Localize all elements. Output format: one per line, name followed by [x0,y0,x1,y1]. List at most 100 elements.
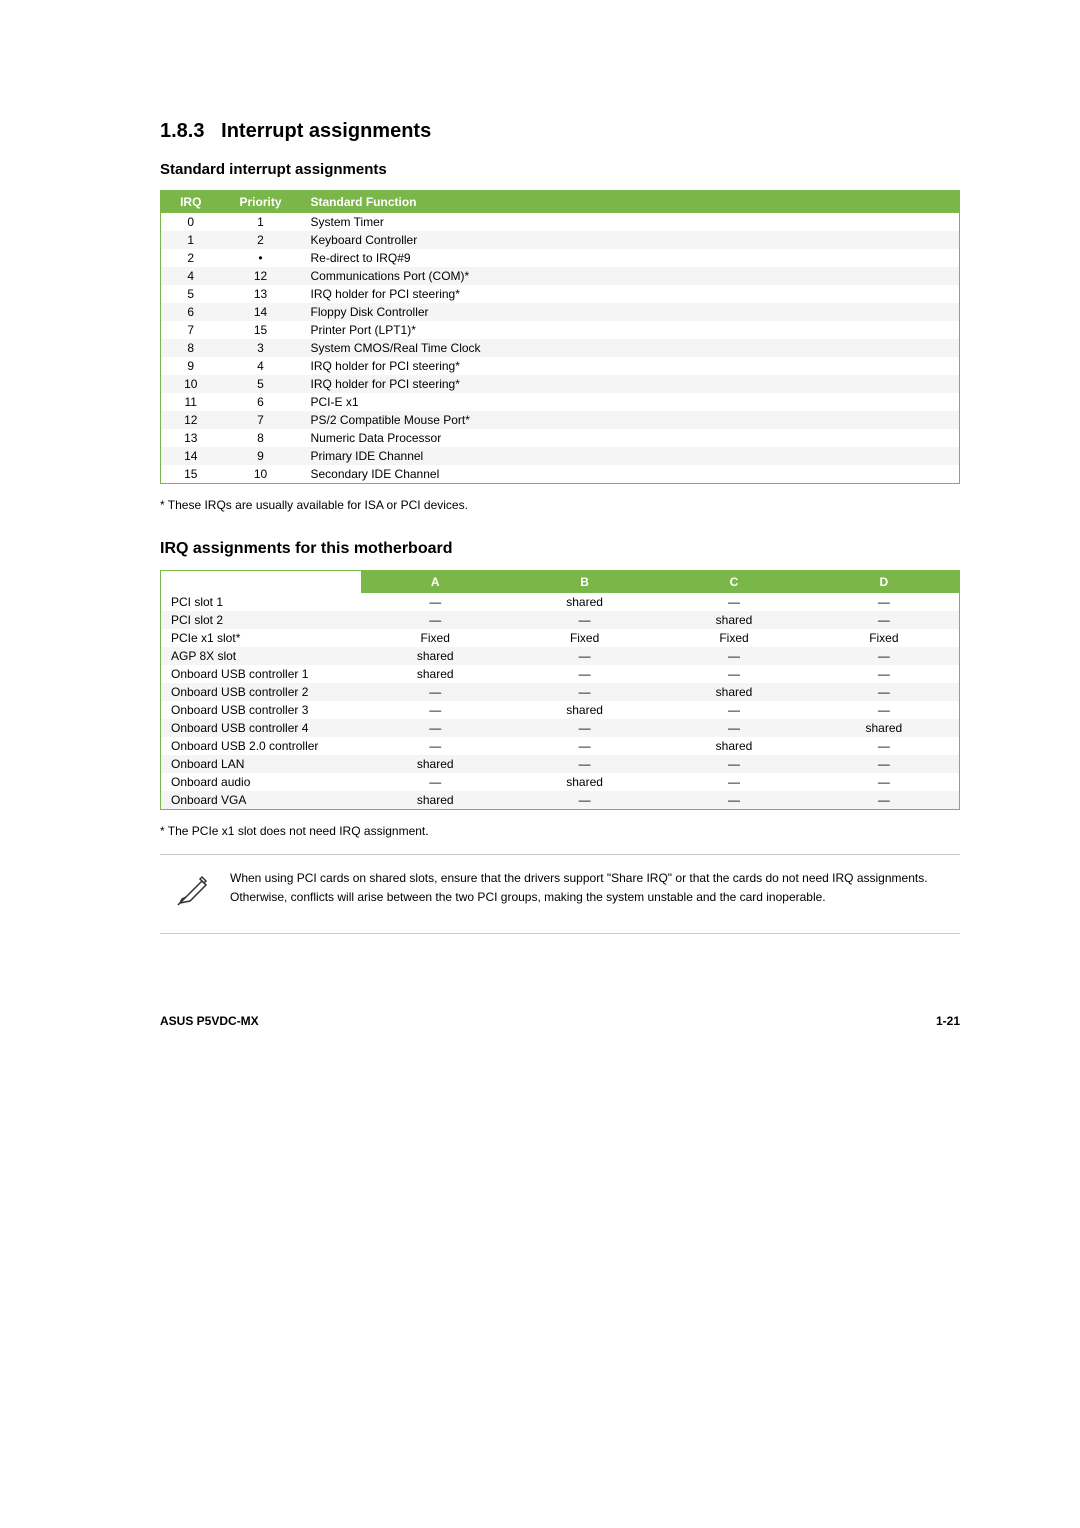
col-c-cell: — [659,647,808,665]
device-cell: AGP 8X slot [161,647,361,665]
priority-cell: 3 [221,339,301,357]
function-cell: Re-direct to IRQ#9 [301,249,960,267]
device-cell: Onboard USB controller 4 [161,719,361,737]
footer-model: ASUS P5VDC-MX [160,1014,259,1028]
function-cell: PCI-E x1 [301,393,960,411]
priority-cell: • [221,249,301,267]
function-cell: System Timer [301,213,960,231]
table-row: 15 10 Secondary IDE Channel [161,465,960,484]
priority-cell: 4 [221,357,301,375]
function-cell: Secondary IDE Channel [301,465,960,484]
irq-cell: 2 [161,249,221,267]
irq-cell: 4 [161,267,221,285]
col-c-cell: shared [659,737,808,755]
col-a-cell: — [361,683,510,701]
col-d-cell: — [809,791,960,810]
priority-cell: 10 [221,465,301,484]
table-row: PCIe x1 slot* Fixed Fixed Fixed Fixed [161,629,960,647]
col-b-cell: shared [510,773,659,791]
col-b-cell: — [510,611,659,629]
col-a-cell: — [361,611,510,629]
section-title: 1.8.3 Interrupt assignments [160,120,960,143]
device-cell: Onboard USB controller 3 [161,701,361,719]
priority-cell: 7 [221,411,301,429]
irq-cell: 13 [161,429,221,447]
col-b-cell: shared [510,593,659,611]
col-d-cell: Fixed [809,629,960,647]
table-row: 13 8 Numeric Data Processor [161,429,960,447]
device-cell: PCIe x1 slot* [161,629,361,647]
col-b-cell: — [510,791,659,810]
priority-cell: 13 [221,285,301,303]
col-c-cell: shared [659,683,808,701]
col-b-cell: shared [510,701,659,719]
table-row: 0 1 System Timer [161,213,960,231]
priority-cell: 8 [221,429,301,447]
col-c-cell: — [659,791,808,810]
note-text: When using PCI cards on shared slots, en… [230,869,950,907]
function-cell: Primary IDE Channel [301,447,960,465]
function-cell: Keyboard Controller [301,231,960,249]
col-c-cell: — [659,665,808,683]
irq-assignments-footnote: * The PCIe x1 slot does not need IRQ ass… [160,824,960,838]
irq-cell: 14 [161,447,221,465]
col-b-cell: — [510,683,659,701]
col-d-cell: — [809,701,960,719]
col-d-cell: — [809,755,960,773]
irq-col-a: A [361,571,510,594]
table-row: Onboard audio — shared — — [161,773,960,791]
table-row: PCI slot 2 — — shared — [161,611,960,629]
table-row: 11 6 PCI-E x1 [161,393,960,411]
device-cell: Onboard LAN [161,755,361,773]
col-d-cell: — [809,611,960,629]
col-c-cell: shared [659,611,808,629]
device-cell: Onboard VGA [161,791,361,810]
table-row: 4 12 Communications Port (COM)* [161,267,960,285]
priority-cell: 14 [221,303,301,321]
table-row: Onboard USB controller 4 — — — shared [161,719,960,737]
col-c-cell: — [659,701,808,719]
std-interrupt-footnote: * These IRQs are usually available for I… [160,498,960,512]
table-row: 7 15 Printer Port (LPT1)* [161,321,960,339]
table-row: 14 9 Primary IDE Channel [161,447,960,465]
table-row: 6 14 Floppy Disk Controller [161,303,960,321]
function-cell: System CMOS/Real Time Clock [301,339,960,357]
col-d-cell: — [809,593,960,611]
function-cell: Numeric Data Processor [301,429,960,447]
col-b-cell: — [510,647,659,665]
col-header-priority: Priority [221,191,301,214]
col-a-cell: shared [361,647,510,665]
col-b-cell: — [510,737,659,755]
irq-col-d: D [809,571,960,594]
device-cell: PCI slot 1 [161,593,361,611]
col-d-cell: shared [809,719,960,737]
irq-col-c: C [659,571,808,594]
col-d-cell: — [809,773,960,791]
priority-cell: 15 [221,321,301,339]
function-cell: Printer Port (LPT1)* [301,321,960,339]
irq-cell: 15 [161,465,221,484]
table-row: Onboard USB controller 1 shared — — — [161,665,960,683]
table-row: 8 3 System CMOS/Real Time Clock [161,339,960,357]
irq-assignments-title: IRQ assignments for this motherboard [160,540,960,558]
table-row: Onboard VGA shared — — — [161,791,960,810]
function-cell: Communications Port (COM)* [301,267,960,285]
col-header-function: Standard Function [301,191,960,214]
irq-cell: 12 [161,411,221,429]
col-a-cell: — [361,719,510,737]
table-row: 1 2 Keyboard Controller [161,231,960,249]
col-a-cell: Fixed [361,629,510,647]
col-a-cell: shared [361,665,510,683]
col-d-cell: — [809,665,960,683]
col-b-cell: — [510,755,659,773]
table-row: 12 7 PS/2 Compatible Mouse Port* [161,411,960,429]
table-row: Onboard USB controller 2 — — shared — [161,683,960,701]
table-row: 9 4 IRQ holder for PCI steering* [161,357,960,375]
irq-cell: 9 [161,357,221,375]
irq-cell: 0 [161,213,221,231]
col-c-cell: Fixed [659,629,808,647]
col-a-cell: shared [361,791,510,810]
col-a-cell: — [361,773,510,791]
device-cell: PCI slot 2 [161,611,361,629]
function-cell: IRQ holder for PCI steering* [301,375,960,393]
